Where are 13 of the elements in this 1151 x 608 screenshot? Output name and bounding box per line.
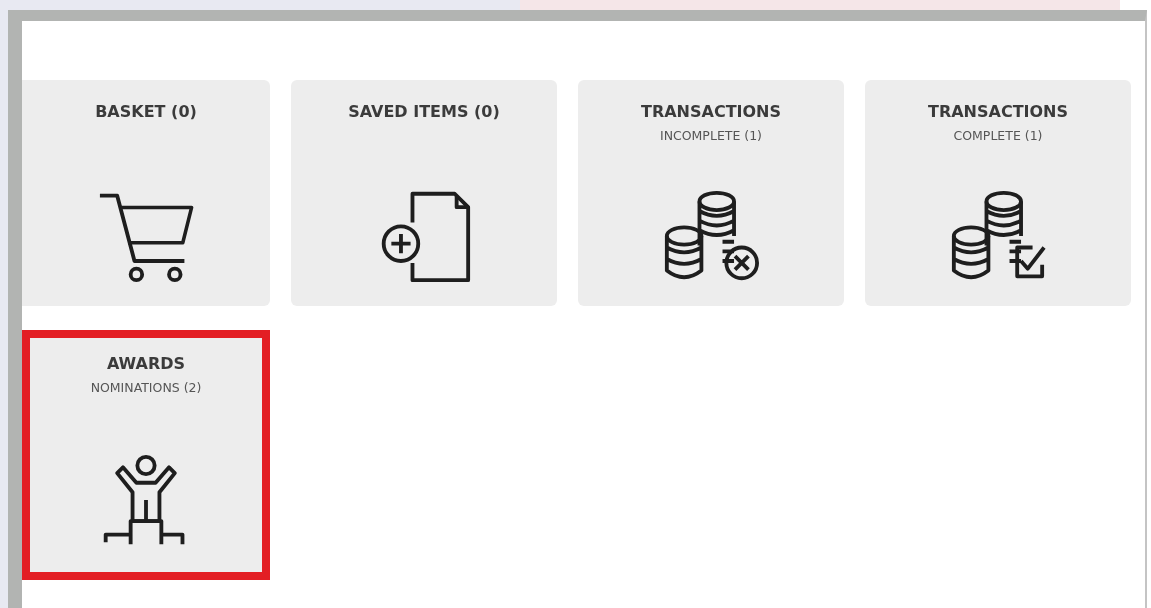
dashboard-tile[interactable]: TRANSACTIONS INCOMPLETE (1) bbox=[578, 80, 844, 306]
dashboard-tile[interactable]: SAVED ITEMS (0) bbox=[291, 80, 557, 306]
tile-title: AWARDS bbox=[106, 354, 186, 373]
tile-subtitle: COMPLETE (1) bbox=[953, 128, 1043, 143]
tile-title: BASKET (0) bbox=[95, 102, 197, 121]
dashboard-tile[interactable]: TRANSACTIONS COMPLETE (1) bbox=[865, 80, 1131, 306]
tile-subtitle: NOMINATIONS (2) bbox=[90, 380, 202, 395]
tile-title: TRANSACTIONS bbox=[640, 102, 781, 121]
tile-title: TRANSACTIONS bbox=[927, 102, 1068, 121]
tile-title: SAVED ITEMS (0) bbox=[348, 102, 500, 121]
tile-subtitle: INCOMPLETE (1) bbox=[660, 128, 762, 143]
dashboard-tile[interactable]: BASKET (0) bbox=[22, 80, 270, 306]
dashboard-tile[interactable]: AWARDS NOMINATIONS (2) bbox=[22, 330, 270, 580]
